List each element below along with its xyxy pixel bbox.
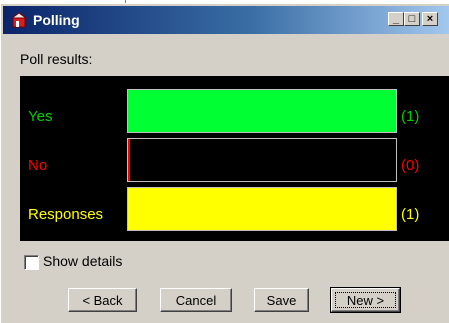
title-bar[interactable]: Polling _ □ × <box>3 6 449 34</box>
row-count-responses: (1) <box>401 206 420 223</box>
close-button[interactable]: × <box>422 12 438 26</box>
row-count-yes: (1) <box>401 108 420 125</box>
row-label-no: No <box>28 157 48 174</box>
show-details-checkbox[interactable] <box>24 255 39 270</box>
bar-responses <box>127 187 397 231</box>
app-icon <box>11 12 27 28</box>
maximize-button[interactable]: □ <box>404 12 420 26</box>
show-details-label[interactable]: Show details <box>43 253 122 269</box>
bar-fill-yes <box>128 90 396 132</box>
bar-yes <box>127 89 397 133</box>
minimize-button[interactable]: _ <box>388 12 404 26</box>
window-title: Polling <box>33 12 80 28</box>
results-panel: Yes (1) No (0) Responses (1) <box>20 76 449 241</box>
bar-no <box>127 138 397 182</box>
polling-window: Polling _ □ × Poll results: Yes (1) No (… <box>0 3 449 323</box>
row-label-responses: Responses <box>28 206 104 223</box>
row-label-yes: Yes <box>28 108 53 125</box>
focus-ring <box>335 292 396 308</box>
bar-fill-responses <box>128 188 396 230</box>
bar-fill-no <box>128 139 130 181</box>
new-button[interactable]: New > <box>330 287 401 313</box>
poll-results-label: Poll results: <box>20 51 93 67</box>
cancel-button[interactable]: Cancel <box>160 288 232 312</box>
back-button[interactable]: < Back <box>68 288 137 312</box>
row-count-no: (0) <box>401 157 420 174</box>
save-button[interactable]: Save <box>254 288 309 312</box>
